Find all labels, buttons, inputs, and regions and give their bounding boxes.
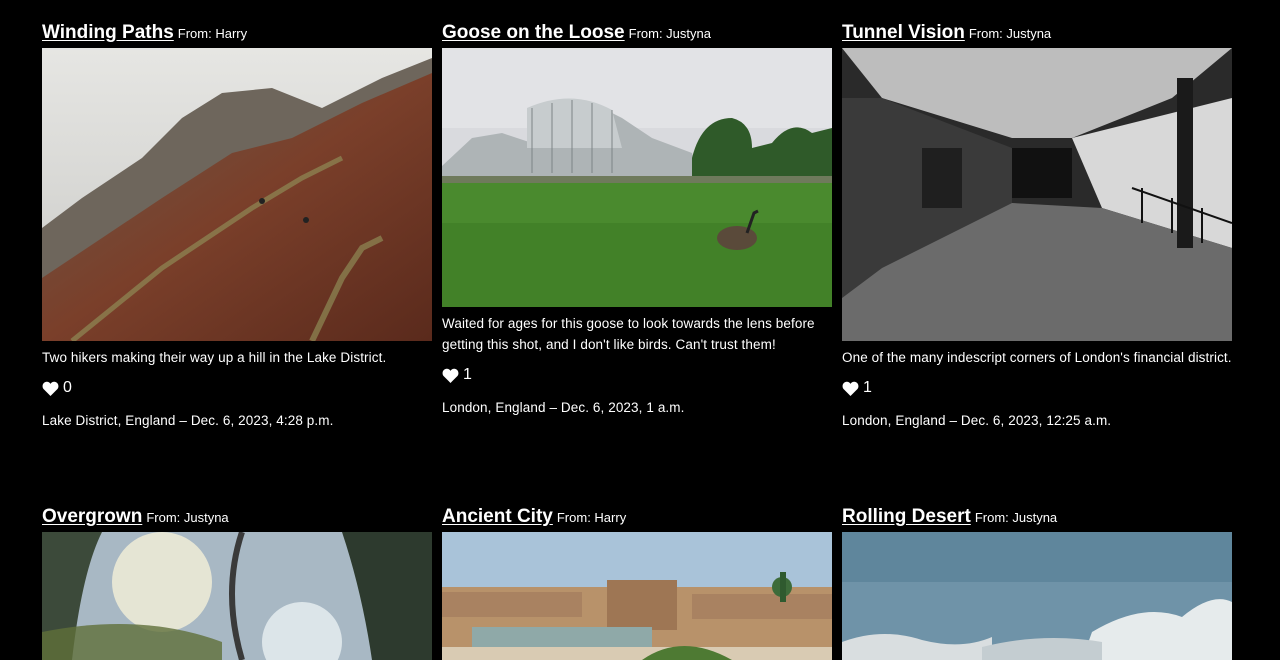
post-photo[interactable]	[442, 532, 832, 660]
like-row: 1	[442, 365, 832, 385]
like-row: 0	[42, 378, 432, 398]
post-author: From: Harry	[177, 26, 248, 41]
post-header: Ancient City From: Harry	[442, 506, 832, 532]
post-author: From: Justyna	[146, 510, 229, 525]
post-card: Goose on the Loose From: Justyna Waited …	[442, 22, 832, 506]
post-title-link[interactable]: Rolling Desert	[842, 506, 971, 528]
post-description: One of the many indescript corners of Lo…	[842, 350, 1232, 365]
post-header: Rolling Desert From: Justyna	[842, 506, 1232, 532]
post-card: Overgrown From: Justyna	[42, 506, 432, 660]
post-author: From: Justyna	[968, 26, 1052, 41]
post-title-link[interactable]: Tunnel Vision	[842, 22, 965, 44]
post-header: Overgrown From: Justyna	[42, 506, 432, 532]
heart-icon[interactable]	[442, 368, 459, 383]
like-row: 1	[842, 378, 1232, 398]
post-photo[interactable]	[442, 48, 832, 307]
post-card: Rolling Desert From: Justyna	[842, 506, 1232, 660]
post-location-date: London, England – Dec. 6, 2023, 12:25 a.…	[842, 413, 1112, 428]
post-title-link[interactable]: Ancient City	[442, 506, 553, 528]
post-location-date: Lake District, England – Dec. 6, 2023, 4…	[42, 413, 334, 428]
post-card: Winding Paths From: Harry Two hikers mak…	[42, 22, 432, 506]
post-card: Ancient City From: Harry	[442, 506, 832, 660]
like-count: 1	[863, 379, 872, 396]
post-header: Goose on the Loose From: Justyna	[442, 22, 832, 48]
post-photo[interactable]	[842, 48, 1232, 341]
post-description: Two hikers making their way up a hill in…	[42, 350, 387, 365]
post-header: Winding Paths From: Harry	[42, 22, 432, 48]
post-title-link[interactable]: Winding Paths	[42, 22, 174, 44]
post-card: Tunnel Vision From: Justyna One of the m…	[842, 22, 1232, 506]
like-count: 1	[463, 366, 472, 383]
post-title-link[interactable]: Goose on the Loose	[442, 22, 625, 44]
post-title-link[interactable]: Overgrown	[42, 506, 142, 528]
post-header: Tunnel Vision From: Justyna	[842, 22, 1232, 48]
post-grid: Winding Paths From: Harry Two hikers mak…	[42, 22, 1232, 660]
post-author: From: Harry	[556, 510, 627, 525]
like-count: 0	[63, 379, 72, 396]
post-photo[interactable]	[42, 48, 432, 341]
heart-icon[interactable]	[842, 381, 859, 396]
heart-icon[interactable]	[42, 381, 59, 396]
post-author: From: Justyna	[628, 26, 711, 41]
post-author: From: Justyna	[974, 510, 1058, 525]
post-location-date: London, England – Dec. 6, 2023, 1 a.m.	[442, 400, 685, 415]
post-photo[interactable]	[42, 532, 432, 660]
post-photo[interactable]	[842, 532, 1232, 660]
post-description: Waited for ages for this goose to look t…	[442, 316, 815, 352]
